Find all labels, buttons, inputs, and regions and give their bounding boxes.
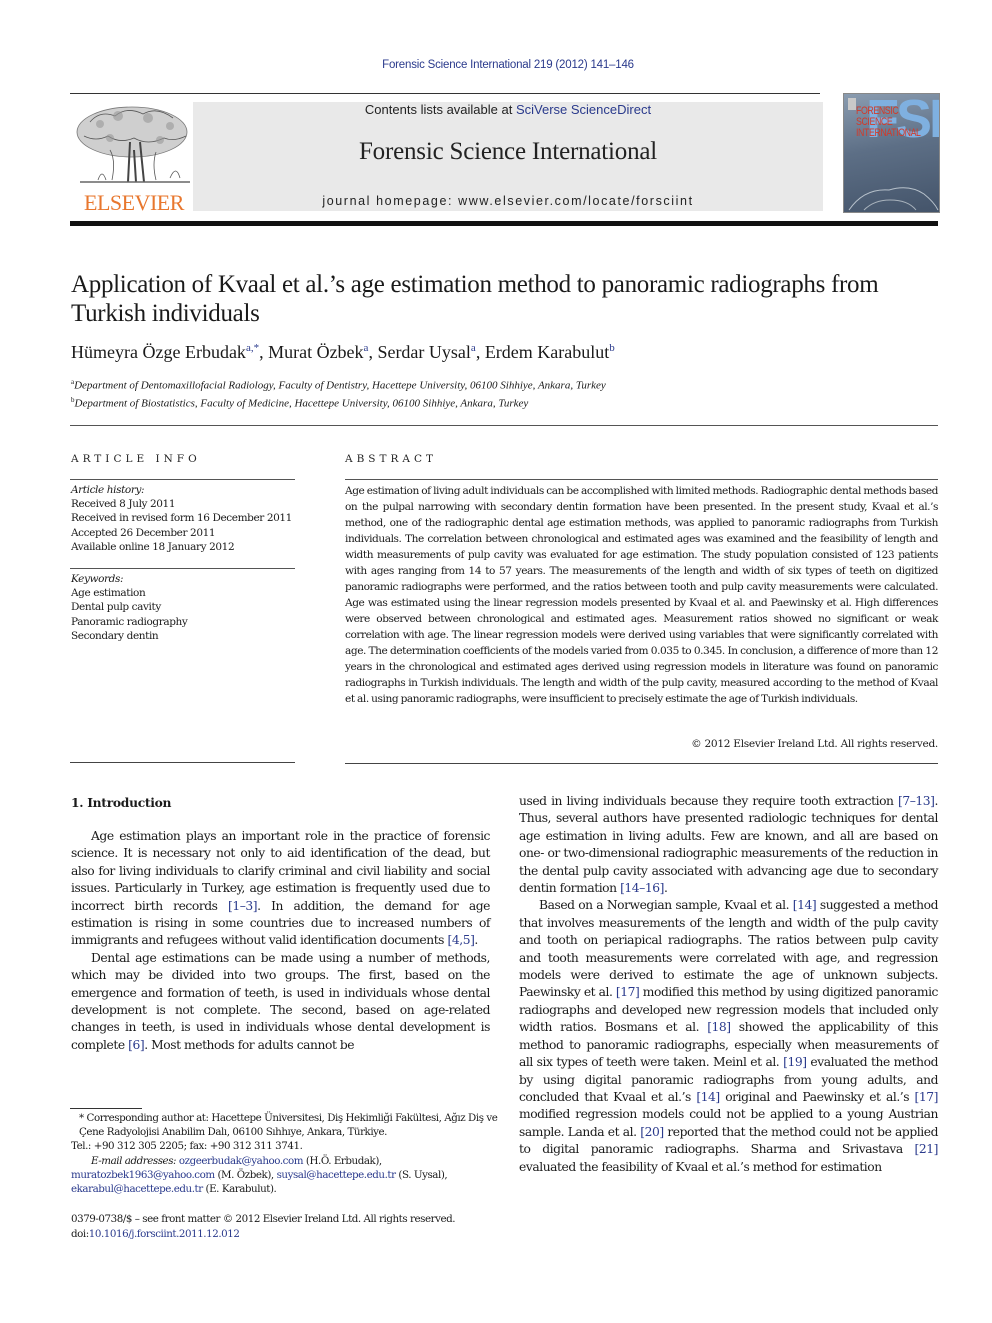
email-owner: (M. Özbek), bbox=[217, 1168, 274, 1181]
email-addresses: E-mail addresses: ozgeerbudak@yahoo.com … bbox=[71, 1154, 501, 1168]
email-link[interactable]: suysal@hacettepe.edu.tr bbox=[277, 1169, 396, 1181]
email-addresses-cont: ekarabul@hacettepe.edu.tr (E. Karabulut)… bbox=[71, 1182, 501, 1196]
citation-link[interactable]: [1–3] bbox=[228, 899, 258, 913]
doi-link[interactable]: 10.1016/j.forsciint.2011.12.012 bbox=[89, 1228, 240, 1240]
affiliation: bDepartment of Biostatistics, Faculty of… bbox=[71, 393, 606, 411]
abstract-heading: ABSTRACT bbox=[345, 453, 438, 465]
elsevier-wordmark: ELSEVIER bbox=[84, 190, 184, 215]
journal-citation-link[interactable]: Forensic Science International 219 (2012… bbox=[0, 59, 992, 71]
email-link[interactable]: ekarabul@hacettepe.edu.tr bbox=[71, 1183, 203, 1195]
abstract-copyright: © 2012 Elsevier Ireland Ltd. All rights … bbox=[691, 738, 938, 750]
email-link[interactable]: muratozbek1963@yahoo.com bbox=[71, 1169, 215, 1181]
body-paragraph: Dental age estimations can be made using… bbox=[71, 950, 490, 1052]
header-rule bbox=[70, 93, 820, 94]
article-title: Application of Kvaal et al.’s age estima… bbox=[71, 271, 879, 327]
author-name[interactable]: Serdar Uysal bbox=[377, 342, 470, 362]
citation-link[interactable]: [19] bbox=[783, 1055, 807, 1069]
keyword: Secondary dentin bbox=[71, 629, 159, 642]
cover-skull-illustration-icon bbox=[848, 187, 939, 211]
citation-link[interactable]: [7–13] bbox=[898, 794, 935, 808]
body-right-column: used in living individuals because they … bbox=[519, 793, 938, 1176]
history-entry: Received in revised form 16 December 201… bbox=[71, 512, 292, 525]
author-affiliation-mark[interactable]: a bbox=[364, 342, 369, 354]
doi-line: doi:10.1016/j.forsciint.2011.12.012 bbox=[71, 1227, 455, 1242]
keywords: Keywords: Age estimation Dental pulp cav… bbox=[71, 572, 188, 643]
journal-homepage-link[interactable]: journal homepage: www.elsevier.com/locat… bbox=[193, 194, 823, 208]
author-name[interactable]: Murat Özbek bbox=[268, 342, 363, 362]
contents-line: Contents lists available at SciVerse Sci… bbox=[193, 102, 823, 117]
article-history-label: Article history: bbox=[71, 484, 145, 496]
article-info-rule bbox=[70, 762, 295, 763]
abstract-rule bbox=[345, 479, 938, 480]
history-entry: Accepted 26 December 2011 bbox=[71, 526, 216, 539]
journal-banner: Contents lists available at SciVerse Sci… bbox=[193, 102, 823, 211]
citation-link[interactable]: [18] bbox=[707, 1020, 731, 1034]
body-paragraph: used in living individuals because they … bbox=[519, 794, 938, 896]
citation-link[interactable]: [4,5] bbox=[448, 933, 475, 947]
contents-prefix: Contents lists available at bbox=[364, 102, 516, 117]
keyword: Panoramic radiography bbox=[71, 615, 188, 628]
history-entry: Available online 18 January 2012 bbox=[71, 540, 235, 553]
email-label: E-mail addresses: bbox=[91, 1154, 177, 1167]
citation-link[interactable]: [17] bbox=[616, 985, 640, 999]
keywords-label: Keywords: bbox=[71, 573, 124, 585]
citation-link[interactable]: [17] bbox=[915, 1090, 939, 1104]
citation-link[interactable]: [14] bbox=[696, 1090, 720, 1104]
abstract-rule bbox=[345, 763, 938, 764]
footnotes: * Corresponding author at: Hacettepe Üni… bbox=[71, 1111, 501, 1196]
journal-cover-image[interactable]: FSI FORENSIC SCIENCE INTERNATIONAL bbox=[843, 93, 940, 213]
title-rule bbox=[70, 425, 938, 426]
keyword: Dental pulp cavity bbox=[71, 601, 161, 614]
email-owner: (E. Karabulut). bbox=[205, 1183, 277, 1196]
citation-link[interactable]: [14–16] bbox=[620, 881, 664, 895]
author-affiliation-mark[interactable]: b bbox=[609, 342, 615, 354]
article-info-rule bbox=[70, 568, 295, 569]
email-owner: (S. Uysal), bbox=[398, 1168, 448, 1181]
email-link[interactable]: ozgeerbudak@yahoo.com bbox=[179, 1155, 304, 1167]
corresponding-author-note: * Corresponding author at: Hacettepe Üni… bbox=[79, 1112, 498, 1139]
front-matter-copyright: 0379-0738/$ – see front matter © 2012 El… bbox=[71, 1213, 456, 1225]
keyword: Age estimation bbox=[71, 587, 146, 600]
body-left-column: Age estimation plays an important role i… bbox=[71, 828, 490, 1054]
author-affiliation-mark[interactable]: a,* bbox=[246, 342, 259, 354]
affiliation-text: Department of Biostatistics, Faculty of … bbox=[74, 397, 529, 410]
section-heading-introduction: 1. Introduction bbox=[71, 795, 172, 810]
email-owner: (H.Ö. Erbudak), bbox=[305, 1154, 382, 1167]
citation-link[interactable]: [14] bbox=[793, 898, 817, 912]
article-history: Article history: Received 8 July 2011 Re… bbox=[71, 483, 292, 554]
affiliation-text: Department of Dentomaxillofacial Radiolo… bbox=[74, 379, 606, 392]
citation-link[interactable]: [6] bbox=[128, 1038, 145, 1052]
journal-title: Forensic Science International bbox=[358, 138, 658, 165]
affiliation: aDepartment of Dentomaxillofacial Radiol… bbox=[71, 375, 606, 393]
cover-title: FORENSIC SCIENCE INTERNATIONAL bbox=[856, 106, 921, 139]
cover-title-line: INTERNATIONAL bbox=[856, 127, 921, 139]
author-list: Hümeyra Özge Erbudaka,*, Murat Özbeka, S… bbox=[71, 342, 615, 362]
elsevier-logo[interactable]: ELSEVIER bbox=[70, 102, 198, 215]
body-paragraph: Age estimation plays an important role i… bbox=[71, 829, 491, 948]
author-name[interactable]: Erdem Karabulut bbox=[485, 342, 609, 362]
doi-prefix: doi: bbox=[71, 1228, 89, 1240]
citation-link[interactable]: [20] bbox=[640, 1125, 664, 1139]
contact-phone: Tel.: +90 312 305 2205; fax: +90 312 311… bbox=[71, 1140, 303, 1153]
article-info-rule bbox=[70, 479, 295, 480]
cover-badge bbox=[848, 98, 856, 110]
sciencedirect-link[interactable]: SciVerse ScienceDirect bbox=[516, 102, 651, 117]
elsevier-tree-icon bbox=[76, 106, 190, 183]
header-thick-rule bbox=[70, 221, 938, 226]
affiliations: aDepartment of Dentomaxillofacial Radiol… bbox=[71, 375, 606, 410]
footnote-rule bbox=[70, 1108, 142, 1109]
body-paragraph: Based on a Norwegian sample, Kvaal et al… bbox=[519, 898, 939, 1174]
history-entry: Received 8 July 2011 bbox=[71, 498, 176, 511]
email-addresses-cont: muratozbek1963@yahoo.com (M. Özbek), suy… bbox=[71, 1168, 501, 1182]
front-matter: 0379-0738/$ – see front matter © 2012 El… bbox=[71, 1212, 456, 1242]
article-info-heading: ARTICLE INFO bbox=[71, 453, 201, 465]
abstract-text: Age estimation of living adult individua… bbox=[345, 485, 938, 705]
author-affiliation-mark[interactable]: a bbox=[471, 342, 476, 354]
author-name[interactable]: Hümeyra Özge Erbudak bbox=[71, 342, 246, 362]
citation-link[interactable]: [21] bbox=[915, 1142, 939, 1156]
